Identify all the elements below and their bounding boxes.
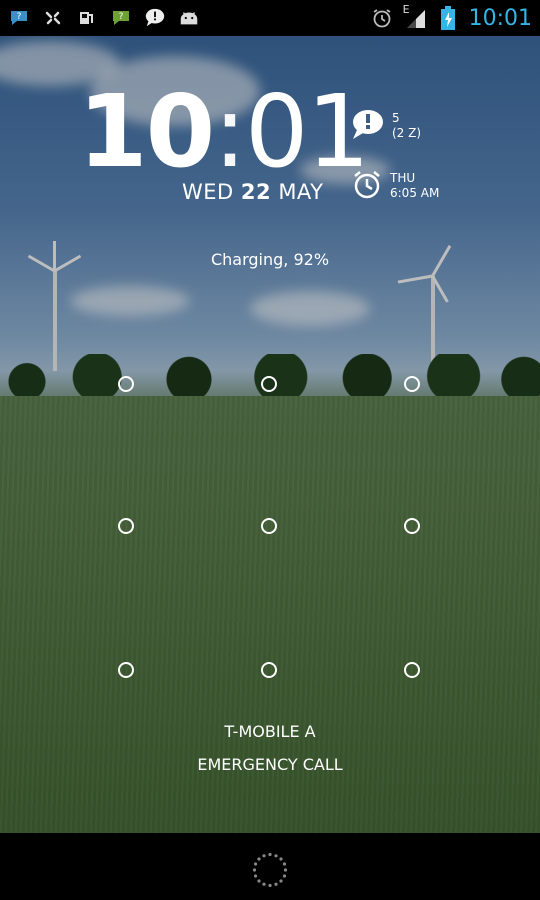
notification-count: 5 [392, 111, 400, 125]
pattern-dot[interactable] [118, 376, 134, 392]
pattern-dot[interactable] [404, 662, 420, 678]
clock-hours: 10 [78, 73, 215, 190]
pattern-dot[interactable] [118, 518, 134, 534]
date-day: WED [182, 180, 234, 204]
pattern-dot[interactable] [404, 518, 420, 534]
alarm-time: 6:05 AM [390, 186, 440, 200]
status-bar: ? ? E 10:01 [0, 0, 540, 36]
clock-separator: : [213, 73, 247, 190]
lockscreen-date: WED 22 MAY [182, 180, 324, 204]
svg-text:?: ? [119, 12, 124, 22]
notification-detail: (2 Z) [392, 126, 422, 140]
alarm-info: THU 6:05 AM [350, 168, 500, 204]
lockscreen-clock: 10 : 01 [78, 73, 370, 190]
speech-bubble-icon [144, 7, 166, 29]
date-month: MAY [278, 180, 324, 204]
notification-row: 5 (2 Z) [350, 108, 500, 146]
notification-info: 5 (2 Z) [350, 108, 500, 146]
date-number: 22 [240, 180, 272, 204]
pattern-dot[interactable] [261, 518, 277, 534]
pattern-dot[interactable] [404, 376, 420, 392]
pattern-dot[interactable] [261, 662, 277, 678]
carrier-label: T-MOBILE A [224, 722, 316, 741]
chat-notification-icon: ? [8, 7, 30, 29]
settings-icon [42, 7, 64, 29]
pattern-dot[interactable] [118, 662, 134, 678]
alarm-day: THU [390, 171, 416, 185]
gas-station-icon [76, 7, 98, 29]
alarm-icon [350, 168, 384, 204]
signal-strength-icon: E [403, 3, 427, 29]
status-left-icons: ? ? [8, 7, 200, 29]
chat-notification-green-icon: ? [110, 7, 132, 29]
battery-charging-icon [437, 6, 459, 30]
emergency-call-button[interactable]: EMERGENCY CALL [0, 755, 540, 774]
pattern-dot[interactable] [261, 376, 277, 392]
alarm-row: THU 6:05 AM [350, 168, 500, 204]
status-right-icons: E 10:01 [371, 3, 532, 31]
alarm-clock-icon [371, 7, 393, 29]
camera-unlock-spinner-icon[interactable] [252, 852, 288, 888]
charging-status: Charging, 92% [210, 250, 330, 269]
speech-bubble-notification-icon [350, 108, 386, 146]
status-time: 10:01 [468, 5, 532, 31]
svg-text:?: ? [17, 12, 22, 22]
android-icon [178, 7, 200, 29]
network-type-label: E [402, 3, 410, 16]
